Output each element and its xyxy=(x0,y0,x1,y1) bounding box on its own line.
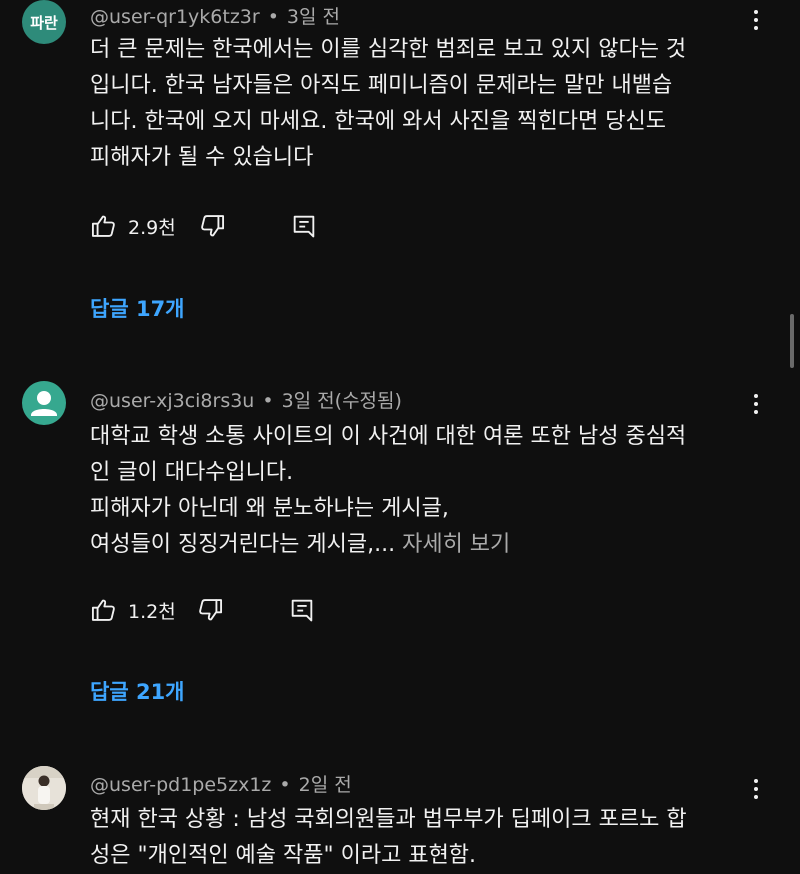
reply-comment-icon xyxy=(293,215,315,238)
avatar[interactable]: 파란 xyxy=(22,0,66,44)
reply-button[interactable] xyxy=(290,211,318,241)
separator-dot: • xyxy=(279,774,291,796)
comment-username[interactable]: @user-qr1yk6tz3r xyxy=(90,6,260,28)
like-count: 1.2천 xyxy=(128,601,176,623)
comment-text: 대학교 학생 소통 사이트의 이 사건에 대한 여론 또한 남성 중심적 인 글… xyxy=(90,419,770,563)
more-actions-icon[interactable] xyxy=(746,774,766,804)
comment-text-line: 인 글이 대다수입니다. xyxy=(90,460,294,485)
comment-time[interactable]: 3일 전(수정됨) xyxy=(282,390,402,412)
comment-meta: @user-xj3ci8rs3u • 3일 전(수정됨) xyxy=(90,386,402,413)
comment-text-line: 피해자가 될 수 있습니다 xyxy=(90,145,314,170)
thumbs-up-icon xyxy=(91,215,115,237)
profile-photo-icon xyxy=(22,766,66,810)
comment-time[interactable]: 3일 전 xyxy=(287,6,340,28)
comment-meta: @user-pd1pe5zx1z • 2일 전 xyxy=(90,770,352,797)
more-actions-icon[interactable] xyxy=(746,389,766,419)
comment-text: 더 큰 문제는 한국에서는 이를 심각한 범죄로 보고 있지 않다는 것 입니다… xyxy=(90,32,770,176)
comment-actions: 2.9천 xyxy=(90,211,320,241)
default-user-icon xyxy=(31,391,57,416)
like-button[interactable]: 1.2천 xyxy=(90,595,176,625)
comment-text-line: 여성들이 징징거린다는 게시글,... 자세히 보기 xyxy=(90,527,770,563)
avatar[interactable] xyxy=(22,766,66,810)
comment-time[interactable]: 2일 전 xyxy=(299,774,352,796)
comment-text: 현재 한국 상황 : 남성 국회의원들과 법무부가 딥페이크 포르노 합 성은 … xyxy=(90,802,770,874)
comment-text-line: 피해자가 아닌데 왜 분노하냐는 게시글, xyxy=(90,496,449,521)
thumbs-down-icon xyxy=(199,599,223,621)
separator-dot: • xyxy=(262,390,274,412)
comment-text-line: 니다. 한국에 오지 마세요. 한국에 와서 사진을 찍힌다면 당신도 xyxy=(90,109,666,134)
comment-text-line: 대학교 학생 소통 사이트의 이 사건에 대한 여론 또한 남성 중심적 xyxy=(90,424,687,449)
like-button[interactable]: 2.9천 xyxy=(90,211,176,241)
separator-dot: • xyxy=(267,6,279,28)
comment-text-line: 현재 한국 상황 : 남성 국회의원들과 법무부가 딥페이크 포르노 합 xyxy=(90,807,687,832)
comment-text-line: 더 큰 문제는 한국에서는 이를 심각한 범죄로 보고 있지 않다는 것 xyxy=(90,37,687,62)
view-replies-button[interactable]: 답글 21개 xyxy=(90,676,185,706)
more-actions-icon[interactable] xyxy=(746,5,766,35)
thumbs-up-icon xyxy=(91,599,115,621)
read-more-link[interactable]: 자세히 보기 xyxy=(402,532,510,557)
like-count: 2.9천 xyxy=(128,217,176,239)
dislike-button[interactable] xyxy=(198,211,226,241)
reply-comment-icon xyxy=(291,599,313,622)
thumbs-down-icon xyxy=(201,215,225,237)
avatar-initials: 파란 xyxy=(30,13,58,32)
comment-username[interactable]: @user-xj3ci8rs3u xyxy=(90,390,254,412)
view-replies-button[interactable]: 답글 17개 xyxy=(90,293,185,323)
scrollbar[interactable] xyxy=(790,314,794,368)
comment-text-line: 여성들이 징징거린다는 게시글,... xyxy=(90,532,396,557)
reply-button[interactable] xyxy=(288,595,316,625)
comment-meta: @user-qr1yk6tz3r • 3일 전 xyxy=(90,2,340,29)
avatar[interactable] xyxy=(22,381,66,425)
comment-username[interactable]: @user-pd1pe5zx1z xyxy=(90,774,271,796)
comment-text-line: 성은 "개인적인 예술 작품" 이라고 표현함. xyxy=(90,843,477,868)
comment-actions: 1.2천 xyxy=(90,595,320,625)
comment-text-line: 입니다. 한국 남자들은 아직도 페미니즘이 문제라는 말만 내뱉습 xyxy=(90,73,673,98)
dislike-button[interactable] xyxy=(196,595,224,625)
